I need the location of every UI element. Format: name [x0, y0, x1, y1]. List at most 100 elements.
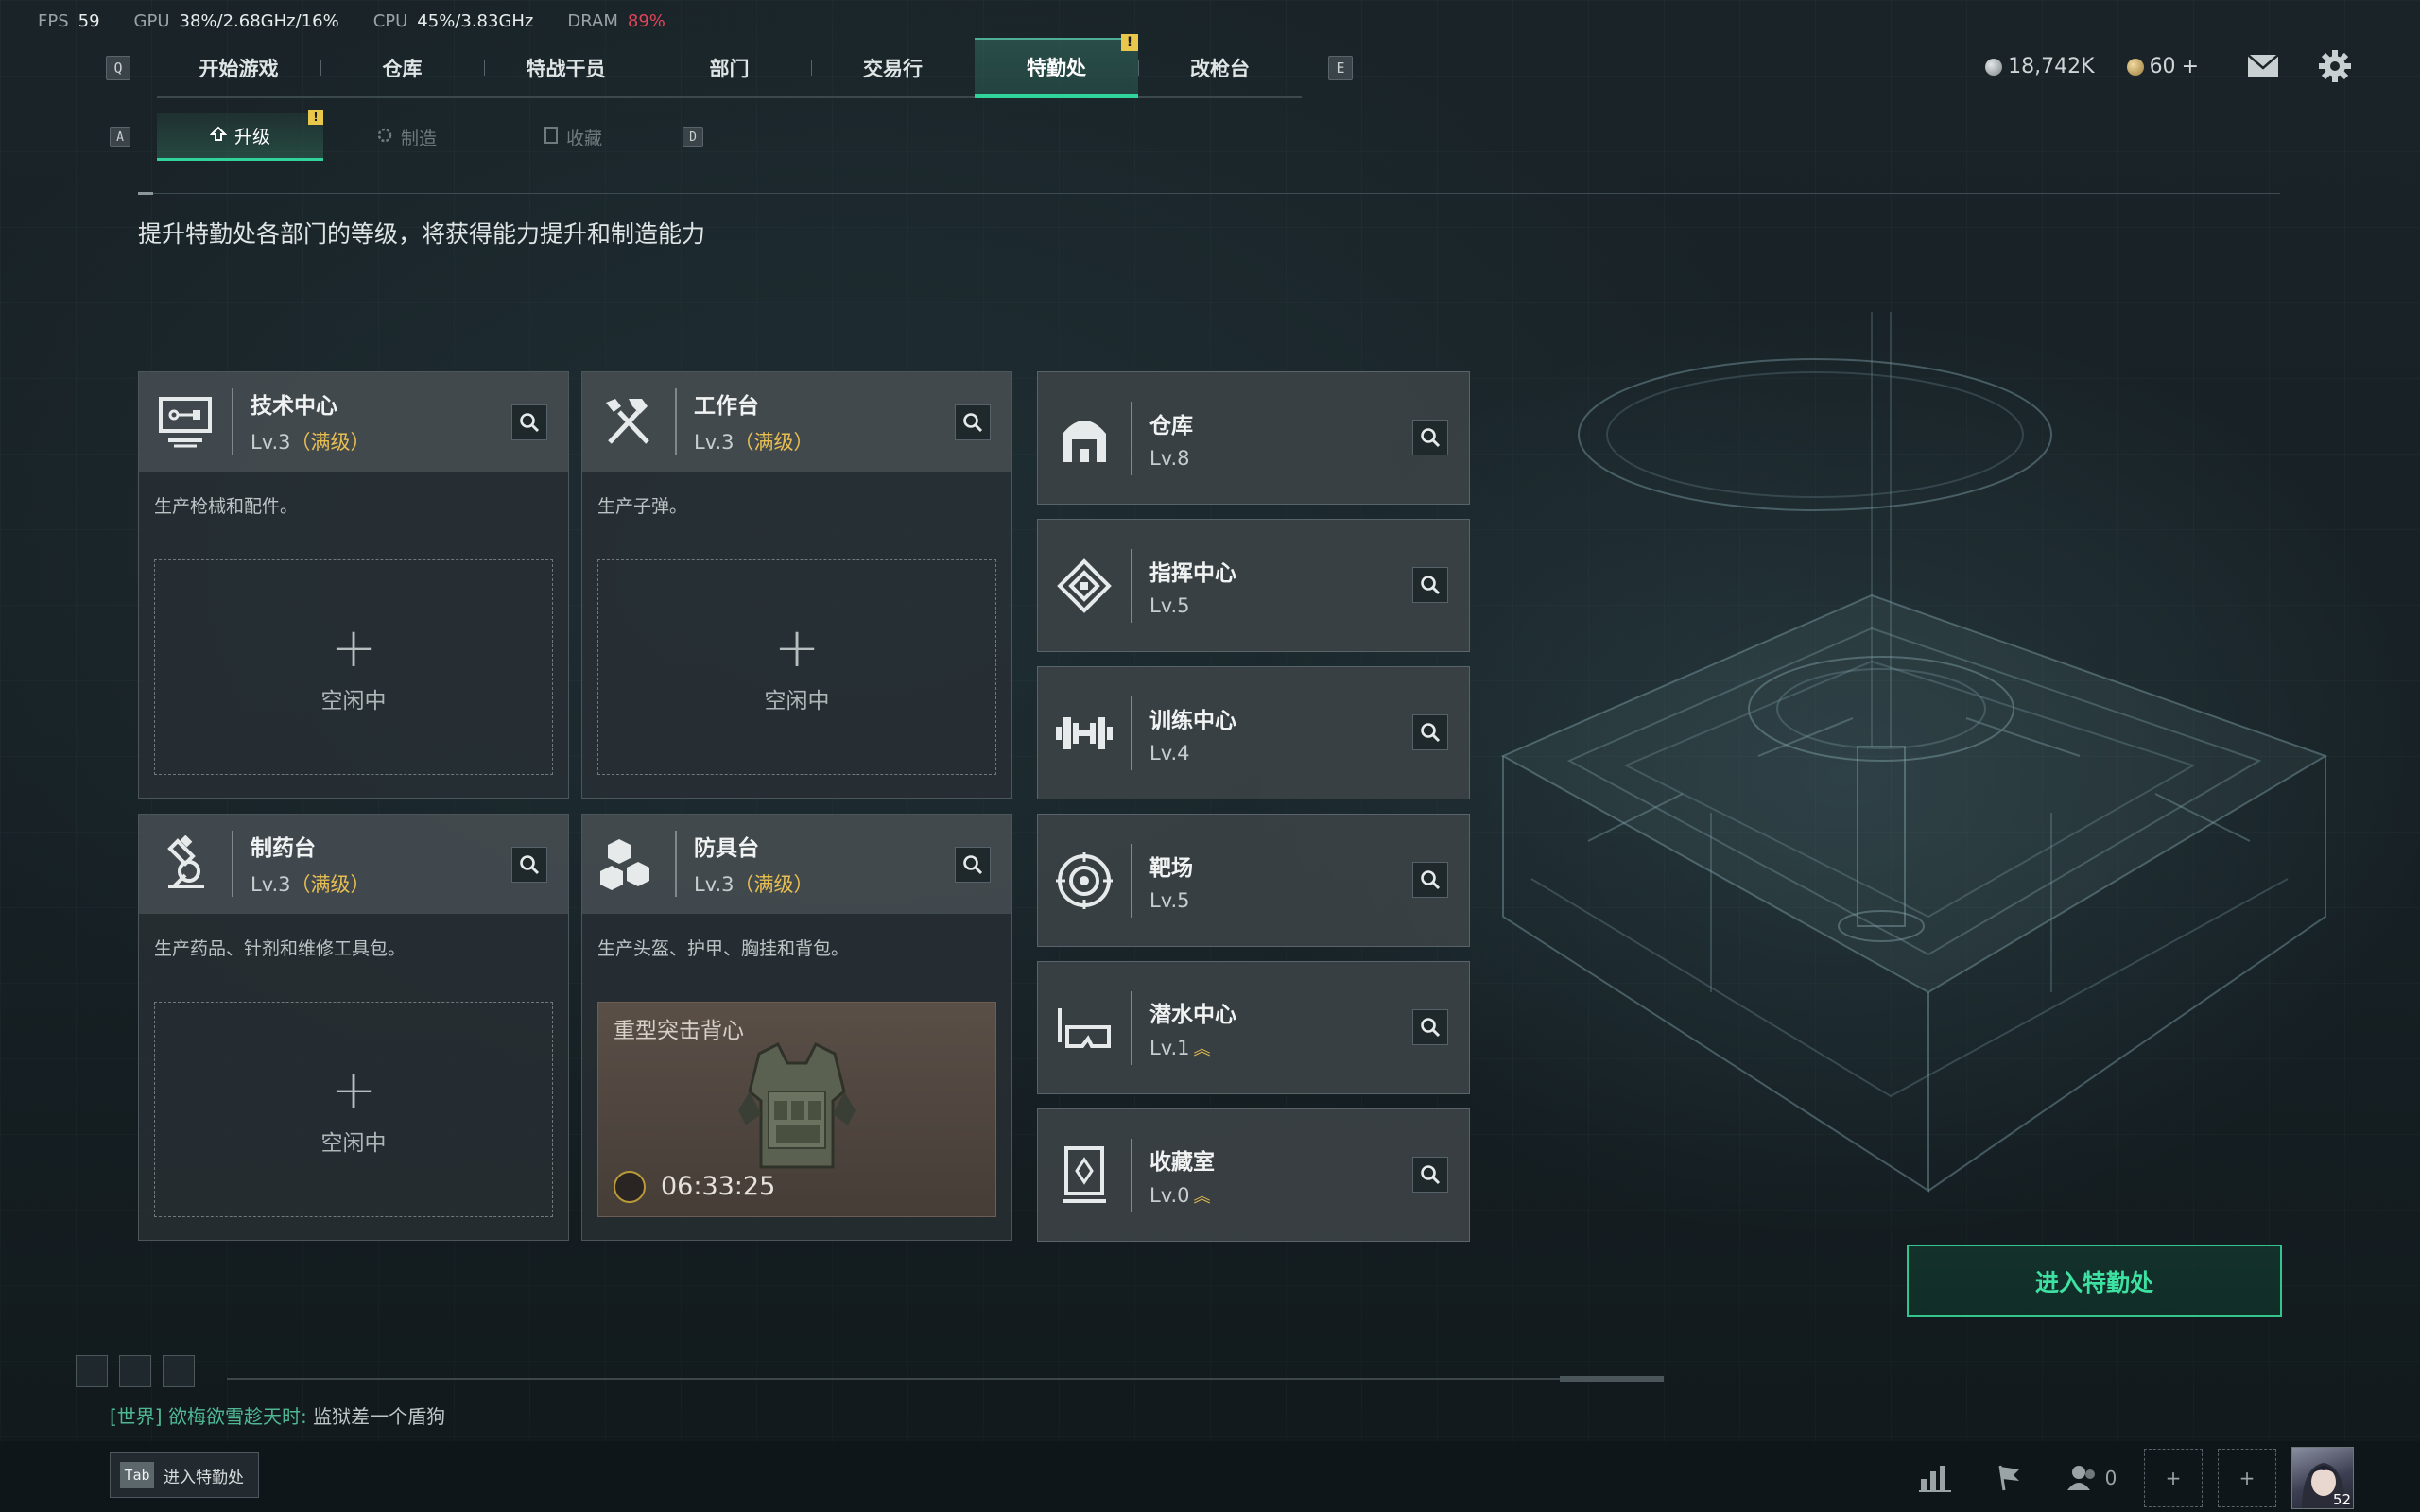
- search-icon[interactable]: [1412, 420, 1448, 455]
- fps-value: 59: [78, 11, 100, 31]
- max-level-tag: （满级）: [290, 431, 371, 454]
- nav-prev-key[interactable]: Q: [106, 56, 130, 80]
- facility-title: 仓库: [1150, 413, 1193, 438]
- timer-icon: [614, 1171, 646, 1203]
- search-icon[interactable]: [511, 847, 547, 883]
- search-icon[interactable]: [1412, 1009, 1448, 1045]
- workshop-card-armor-bench[interactable]: 防具台 Lv.3（满级） 生产头盔、护甲、胸挂和背包。 重型突击背心 06:33…: [581, 814, 1012, 1241]
- cpu-value: 45%/3.83GHz: [417, 11, 534, 31]
- search-icon[interactable]: [1412, 567, 1448, 603]
- tab-operators[interactable]: 特战干员: [484, 38, 648, 98]
- search-icon[interactable]: [955, 404, 991, 440]
- mini-slot-icon[interactable]: [119, 1355, 151, 1387]
- facility-row-warehouse[interactable]: 仓库 Lv.8: [1037, 371, 1470, 505]
- silver-coin-icon: [1985, 58, 2003, 76]
- workshop-card-tech-center[interactable]: 技术中心 Lv.3（满级） 生产枪械和配件。 + 空闲中: [138, 371, 569, 799]
- facility-row-shooting-range[interactable]: 靶场 Lv.5: [1037, 814, 1470, 947]
- workshop-level: Lv.3（满级）: [694, 427, 814, 455]
- gold-currency[interactable]: 60 +: [2126, 55, 2199, 78]
- tab-gunsmith[interactable]: 改枪台: [1138, 38, 1302, 98]
- tab-special-ops[interactable]: 特勤处 !: [975, 34, 1138, 98]
- search-icon[interactable]: [511, 404, 547, 440]
- plus-icon: +: [2165, 1467, 2182, 1489]
- facility-level: Lv.0 ︽: [1150, 1183, 1215, 1208]
- workshop-card-workbench[interactable]: 工作台 Lv.3（满级） 生产子弹。 + 空闲中: [581, 371, 1012, 799]
- workshop-description: 生产枪械和配件。: [154, 496, 299, 517]
- slot-status: 空闲中: [320, 1131, 387, 1156]
- upgrade-available-icon: ︽: [1193, 1186, 1211, 1207]
- facility-row-training-center[interactable]: 训练中心 Lv.4: [1037, 666, 1470, 799]
- empty-production-slot[interactable]: + 空闲中: [154, 559, 553, 775]
- search-icon[interactable]: [1412, 1157, 1448, 1193]
- tab-special-ops-label: 特勤处: [1027, 57, 1086, 79]
- tab-departments[interactable]: 部门: [648, 38, 811, 98]
- facility-row-command-center[interactable]: 指挥中心 Lv.5: [1037, 519, 1470, 652]
- sub-navigation: A 升级 ! 制造 收藏 D: [110, 110, 703, 161]
- vest-image: [721, 1035, 873, 1190]
- level-value: Lv.3: [694, 431, 735, 454]
- facility-level: Lv.8: [1150, 446, 1190, 470]
- empty-production-slot[interactable]: + 空闲中: [597, 559, 996, 775]
- friends-icon: [2066, 1466, 2095, 1490]
- mini-slot-icon[interactable]: [163, 1355, 195, 1387]
- dram-label: DRAM: [567, 11, 618, 31]
- enter-special-ops-button[interactable]: 进入特勤处: [1907, 1245, 2282, 1317]
- avatar[interactable]: 52: [2291, 1447, 2354, 1509]
- workshop-card-pharmacy[interactable]: 制药台 Lv.3（满级） 生产药品、针剂和维修工具包。 + 空闲中: [138, 814, 569, 1241]
- mini-slot-icon[interactable]: [76, 1355, 108, 1387]
- gpu-value: 38%/2.68GHz/16%: [179, 11, 339, 31]
- crafting-time-remaining: 06:33:25: [661, 1172, 776, 1201]
- card-header: 防具台 Lv.3（满级）: [582, 815, 1011, 914]
- max-level-tag: （满级）: [734, 431, 814, 454]
- subtab-craft[interactable]: 制造: [323, 113, 490, 161]
- facility-title: 靶场: [1150, 855, 1193, 881]
- subtab-next-key[interactable]: D: [683, 127, 703, 147]
- main-navigation: Q 开始游戏 仓库 特战干员 部门 交易行 特勤处 ! 改枪台 E: [106, 34, 1353, 98]
- search-icon[interactable]: [955, 847, 991, 883]
- upgrade-badge: !: [308, 110, 323, 125]
- chat-username[interactable]: 欲梅欲雪趁天时:: [168, 1405, 307, 1428]
- tab-hotkey-hint[interactable]: Tab 进入特勤处: [110, 1452, 259, 1498]
- plus-icon: +: [773, 615, 821, 679]
- gold-coin-icon: [2126, 58, 2144, 76]
- workshop-title: 工作台: [694, 394, 759, 419]
- tab-start-game[interactable]: 开始游戏: [157, 38, 320, 98]
- max-level-tag: （满级）: [290, 873, 371, 896]
- add-party-member-button[interactable]: +: [2218, 1449, 2276, 1507]
- gpu-label: GPU: [133, 11, 170, 31]
- subtab-prev-key[interactable]: A: [110, 127, 130, 147]
- search-icon[interactable]: [1412, 862, 1448, 898]
- upgrade-available-icon: ︽: [1193, 1039, 1211, 1059]
- add-gold-button[interactable]: +: [2182, 55, 2199, 78]
- flag-icon[interactable]: [1979, 1449, 2038, 1507]
- tab-warehouse[interactable]: 仓库: [320, 38, 484, 98]
- workshop-level: Lv.3（满级）: [251, 869, 371, 898]
- slot-status: 空闲中: [764, 689, 830, 713]
- bottom-right-icons: 0 + + 52: [1906, 1447, 2354, 1509]
- nav-next-key[interactable]: E: [1328, 56, 1353, 80]
- facility-row-collection-room[interactable]: 收藏室 Lv.0 ︽: [1037, 1108, 1470, 1242]
- upgrade-icon: [209, 125, 228, 146]
- search-icon[interactable]: [1412, 714, 1448, 750]
- facility-row-diving-center[interactable]: 潜水中心 Lv.1 ︽: [1037, 961, 1470, 1094]
- level-value: Lv.3: [251, 873, 291, 896]
- subtab-collection[interactable]: 收藏: [490, 113, 656, 161]
- tab-trading[interactable]: 交易行: [811, 38, 975, 98]
- empty-production-slot[interactable]: + 空闲中: [154, 1002, 553, 1217]
- crafting-slot[interactable]: 重型突击背心 06:33:25: [597, 1002, 996, 1217]
- facility-level: Lv.5: [1150, 888, 1190, 912]
- player-level: 52: [2332, 1491, 2351, 1508]
- world-chat-message[interactable]: [世界] 欲梅欲雪趁天时: 监狱差一个盾狗: [110, 1401, 445, 1429]
- friends-button[interactable]: 0: [2053, 1449, 2129, 1507]
- plus-icon: +: [330, 1057, 377, 1122]
- plus-icon: +: [330, 615, 377, 679]
- add-party-member-button[interactable]: +: [2144, 1449, 2203, 1507]
- mail-icon[interactable]: [2244, 47, 2282, 85]
- workshop-level: Lv.3（满级）: [251, 427, 371, 455]
- stats-chart-icon[interactable]: [1906, 1449, 1964, 1507]
- tech-center-icon: [139, 388, 233, 455]
- settings-gear-icon[interactable]: [2316, 47, 2354, 85]
- facility-level: Lv.4: [1150, 741, 1190, 765]
- silver-amount: 18,742K: [2008, 54, 2095, 78]
- subtab-upgrade[interactable]: 升级 !: [157, 110, 323, 161]
